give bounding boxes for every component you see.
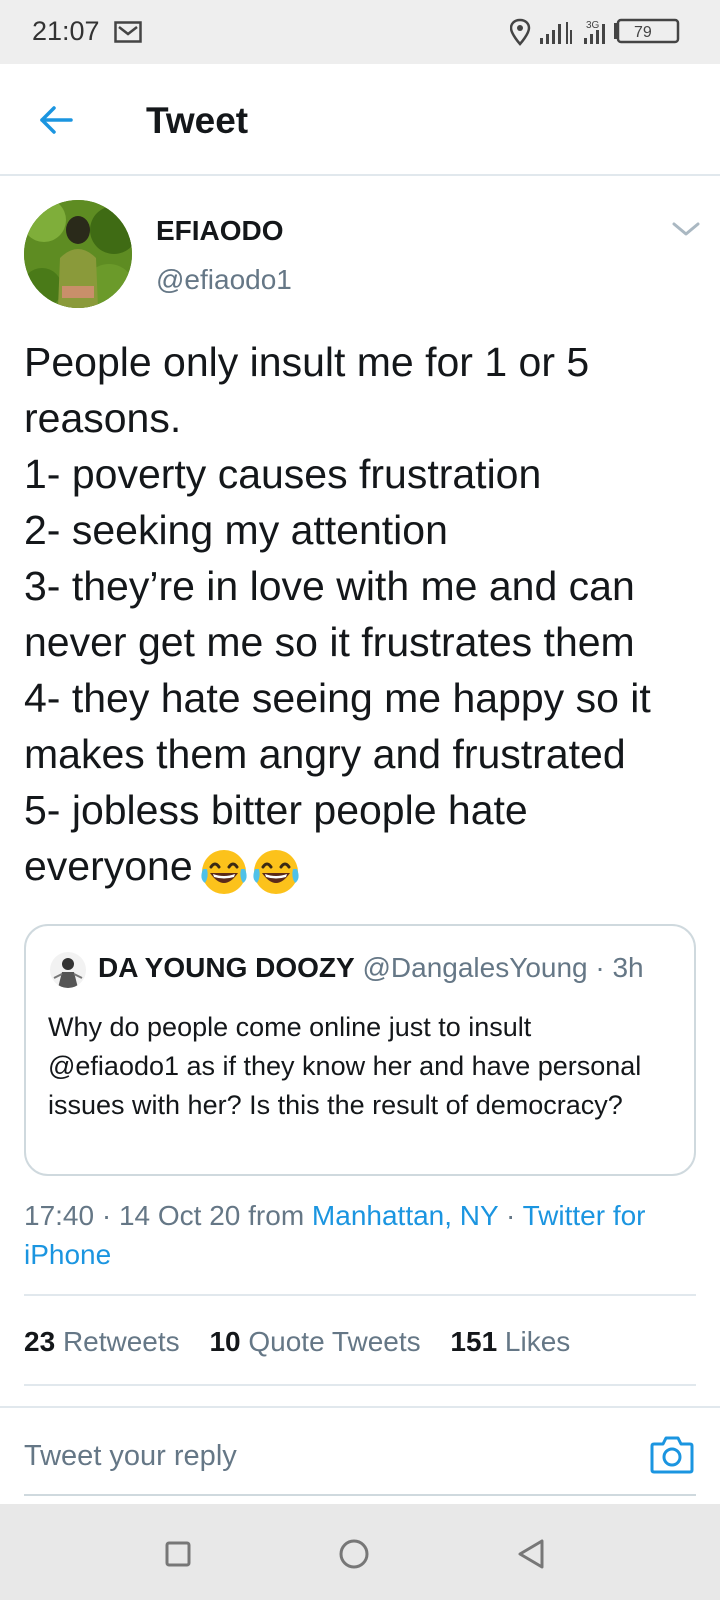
quote-tweets-label: Quote Tweets bbox=[248, 1326, 421, 1357]
square-icon bbox=[165, 1541, 191, 1567]
laughing-crying-emoji bbox=[253, 850, 299, 895]
quote-tweets-stat[interactable]: 10 Quote Tweets bbox=[209, 1326, 420, 1358]
home-button[interactable] bbox=[334, 1534, 374, 1574]
tweet-text: People only insult me for 1 or 5 reasons… bbox=[24, 334, 704, 897]
battery-icon: 79 bbox=[614, 18, 680, 44]
quote-tweets-count: 10 bbox=[209, 1326, 241, 1357]
reply-bar: Tweet your reply bbox=[0, 1406, 720, 1502]
location-link[interactable]: Manhattan, NY bbox=[312, 1200, 498, 1231]
circle-icon bbox=[339, 1539, 369, 1569]
quote-header: DA YOUNG DOOZY @DangalesYoung · 3h bbox=[98, 952, 644, 984]
likes-count: 151 bbox=[450, 1326, 498, 1357]
laughing-crying-emoji bbox=[201, 850, 247, 895]
author-name[interactable]: EFIAODO bbox=[156, 215, 284, 247]
avatar[interactable] bbox=[24, 200, 132, 308]
retweets-label: Retweets bbox=[62, 1326, 180, 1357]
retweets-stat[interactable]: 23 Retweets bbox=[24, 1326, 180, 1358]
tweet-meta: 17:40 · 14 Oct 20 from Manhattan, NY · T… bbox=[24, 1196, 704, 1274]
chevron-down-icon bbox=[672, 222, 700, 236]
quote-text: Why do people come online just to insult… bbox=[48, 1012, 642, 1120]
tweet-timestamp: 17:40 · 14 Oct 20 from bbox=[24, 1200, 312, 1231]
likes-label: Likes bbox=[504, 1326, 571, 1357]
app-header: Tweet bbox=[0, 64, 720, 176]
camera-button[interactable] bbox=[650, 1434, 694, 1474]
triangle-back-icon bbox=[518, 1539, 544, 1569]
camera-icon bbox=[650, 1436, 694, 1474]
tweet-stats: 23 Retweets 10 Quote Tweets 151 Likes bbox=[24, 1326, 592, 1358]
divider bbox=[24, 1294, 696, 1296]
status-bar: 21:07 3G 79 bbox=[0, 0, 720, 64]
emoji-group bbox=[197, 841, 301, 897]
meta-separator: · bbox=[498, 1200, 523, 1231]
system-nav-bar bbox=[0, 1504, 720, 1600]
status-time: 21:07 bbox=[32, 16, 100, 46]
reply-underline bbox=[24, 1494, 696, 1496]
quote-avatar bbox=[50, 952, 86, 988]
status-icons: 3G 79 bbox=[510, 18, 690, 48]
likes-stat[interactable]: 151 Likes bbox=[450, 1326, 570, 1358]
svg-text:3G: 3G bbox=[586, 20, 600, 31]
author-handle[interactable]: @efiaodo1 bbox=[156, 264, 292, 296]
mail-icon bbox=[114, 21, 142, 43]
back-arrow-icon bbox=[40, 106, 73, 134]
location-icon bbox=[510, 18, 531, 46]
svg-text:79: 79 bbox=[634, 24, 652, 41]
recents-button[interactable] bbox=[158, 1534, 198, 1574]
quote-author-name: DA YOUNG DOOZY bbox=[98, 952, 355, 983]
tweet-options-button[interactable] bbox=[668, 214, 704, 244]
retweets-count: 23 bbox=[24, 1326, 56, 1357]
signal-icon: 3G bbox=[540, 20, 605, 44]
quote-author-meta: @DangalesYoung · 3h bbox=[354, 952, 644, 983]
reply-input[interactable]: Tweet your reply bbox=[24, 1440, 237, 1473]
divider bbox=[24, 1384, 696, 1386]
quote-tweet-card[interactable]: DA YOUNG DOOZY @DangalesYoung · 3h Why d… bbox=[24, 924, 696, 1176]
page-title: Tweet bbox=[146, 100, 249, 141]
back-nav-button[interactable] bbox=[512, 1534, 552, 1574]
tweet-body: People only insult me for 1 or 5 reasons… bbox=[24, 339, 651, 889]
back-button[interactable] bbox=[26, 90, 86, 150]
